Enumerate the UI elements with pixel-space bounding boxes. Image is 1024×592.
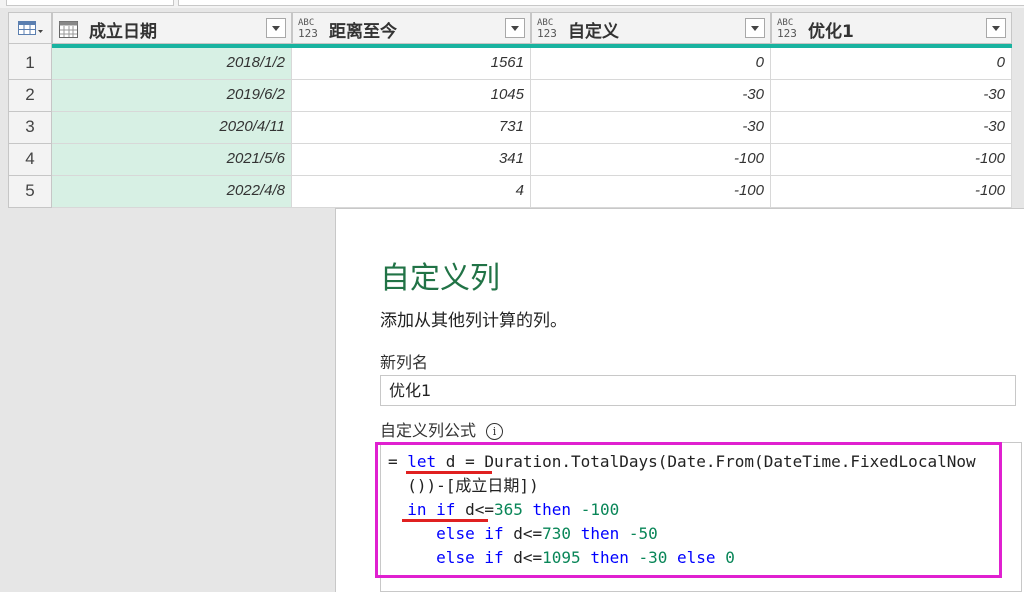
table-menu-corner[interactable] — [8, 12, 52, 44]
cell-date[interactable]: 2022/4/8 — [52, 176, 292, 208]
column-title: 距离至今 — [329, 22, 397, 42]
filter-dropdown-button[interactable] — [745, 18, 765, 38]
row-number[interactable]: 3 — [8, 112, 52, 144]
formula-bar[interactable] — [178, 0, 1024, 6]
cell-distance[interactable]: 1561 — [292, 48, 531, 80]
cell-distance[interactable]: 4 — [292, 176, 531, 208]
row-number[interactable]: 4 — [8, 144, 52, 176]
cell-date[interactable]: 2019/6/2 — [52, 80, 292, 112]
name-box[interactable] — [6, 0, 174, 6]
highlight-box — [375, 442, 1002, 578]
cell-optimized[interactable]: -100 — [771, 144, 1012, 176]
dialog-title: 自定义列 — [380, 261, 500, 296]
row-number[interactable]: 1 — [8, 48, 52, 80]
custom-column-dialog: 自定义列 添加从其他列计算的列。 新列名 优化1 自定义列公式 i = let d… — [335, 208, 1024, 592]
column-header-自定义[interactable]: ABC 123 自定义 — [531, 12, 771, 44]
column-header-优化1[interactable]: ABC 123 优化1 — [771, 12, 1012, 44]
cell-optimized[interactable]: 0 — [771, 48, 1012, 80]
column-header-成立日期[interactable]: 成立日期 — [52, 12, 292, 44]
table-menu-icon — [18, 21, 43, 35]
new-column-name-label: 新列名 — [380, 353, 429, 372]
column-header-距离至今[interactable]: ABC 123 距离至今 — [292, 12, 531, 44]
dialog-subtitle: 添加从其他列计算的列。 — [380, 311, 567, 331]
cell-distance[interactable]: 1045 — [292, 80, 531, 112]
any-type-icon: ABC 123 — [537, 18, 557, 40]
formula-label: 自定义列公式 — [380, 421, 477, 440]
cell-custom[interactable]: 0 — [531, 48, 771, 80]
calendar-icon — [59, 21, 78, 38]
cell-custom[interactable]: -100 — [531, 144, 771, 176]
cell-date[interactable]: 2021/5/6 — [52, 144, 292, 176]
filter-dropdown-button[interactable] — [505, 18, 525, 38]
any-type-icon: ABC 123 — [298, 18, 318, 40]
cell-optimized[interactable]: -100 — [771, 176, 1012, 208]
any-type-icon: ABC 123 — [777, 18, 797, 40]
column-title: 自定义 — [568, 22, 619, 42]
data-grid: 成立日期 ABC 123 距离至今 ABC 123 自定义 ABC 123 优化1 1… — [8, 12, 1012, 208]
cell-custom[interactable]: -100 — [531, 176, 771, 208]
cell-date[interactable]: 2018/1/2 — [52, 48, 292, 80]
cell-custom[interactable]: -30 — [531, 80, 771, 112]
column-title: 成立日期 — [89, 22, 157, 42]
new-column-name-input[interactable]: 优化1 — [380, 375, 1016, 406]
top-strip — [0, 0, 1024, 8]
row-number[interactable]: 5 — [8, 176, 52, 208]
formula-label-row: 自定义列公式 i — [380, 417, 504, 441]
info-icon[interactable]: i — [486, 423, 504, 440]
cell-optimized[interactable]: -30 — [771, 80, 1012, 112]
cell-distance[interactable]: 341 — [292, 144, 531, 176]
filter-dropdown-button[interactable] — [986, 18, 1006, 38]
filter-dropdown-button[interactable] — [266, 18, 286, 38]
cell-optimized[interactable]: -30 — [771, 112, 1012, 144]
cell-distance[interactable]: 731 — [292, 112, 531, 144]
row-number[interactable]: 2 — [8, 80, 52, 112]
cell-date[interactable]: 2020/4/11 — [52, 112, 292, 144]
column-title: 优化1 — [808, 22, 854, 42]
cell-custom[interactable]: -30 — [531, 112, 771, 144]
